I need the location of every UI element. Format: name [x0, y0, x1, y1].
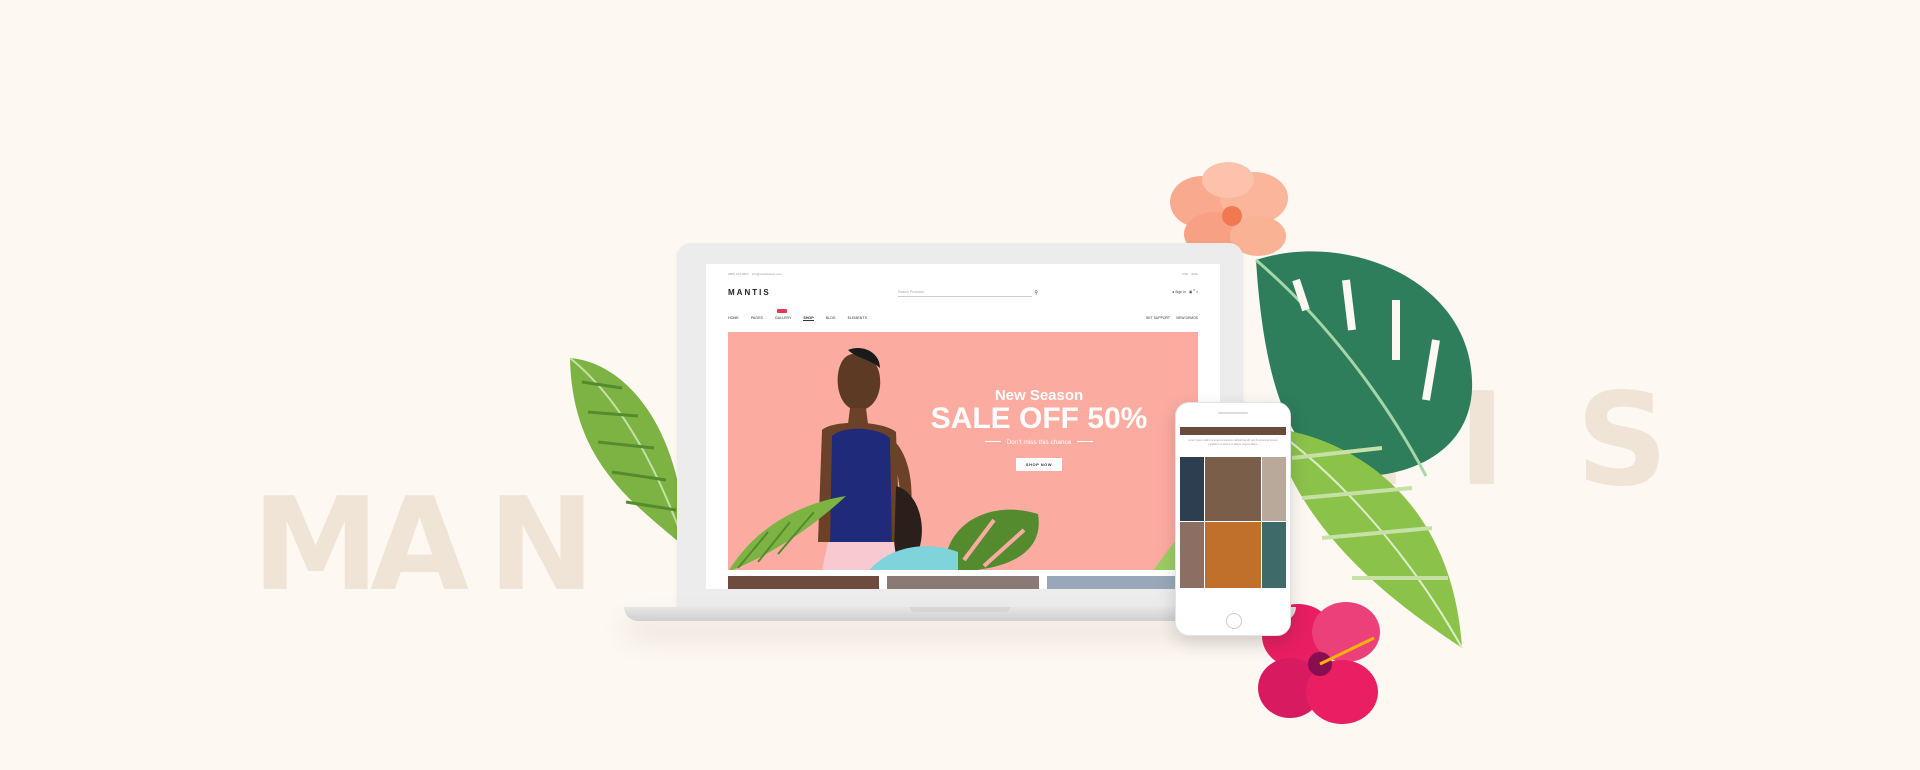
banana-leaf-left [569, 357, 687, 549]
topbar-locale: USD ENG [1182, 272, 1198, 276]
currency-select[interactable]: USD [1182, 272, 1188, 276]
hero-teal-splash [869, 546, 958, 570]
gallery-image[interactable] [1180, 457, 1204, 521]
phone-screen: Lorem ipsum dolor sit amet consectetur a… [1180, 421, 1286, 591]
phone-home-button [1226, 613, 1242, 629]
cart-icon[interactable]: ▣ [1189, 290, 1192, 294]
user-icon[interactable]: ● [1172, 290, 1174, 294]
category-thumbnails [728, 576, 1198, 589]
nav-item-elements[interactable]: ELEMENTS [848, 316, 867, 321]
hero-title: SALE OFF 50% [930, 402, 1148, 435]
gallery-image[interactable] [1180, 522, 1204, 588]
view-demos-link[interactable]: VIEW DEMOS [1176, 316, 1198, 320]
search-input[interactable]: Search Products ⚲ [898, 290, 1038, 297]
topbar-phone: (855) 123-4567 [728, 272, 749, 276]
laptop-notch [910, 607, 1010, 612]
gallery-image[interactable] [1205, 522, 1261, 588]
nav-item-home[interactable]: HOME [728, 316, 739, 321]
site-logo[interactable]: MANTIS [728, 288, 771, 297]
topbar-contact: (855) 123-4567 info@mantisstore.com [728, 272, 782, 276]
showcase-stage: MAN TIS [0, 0, 1920, 770]
site-topbar: (855) 123-4567 info@mantisstore.com USD … [728, 272, 1198, 280]
hero-text: New Season SALE OFF 50% Don't miss this … [914, 388, 1164, 471]
nav-item-blog[interactable]: BLOG [826, 316, 836, 321]
nav-item-shop[interactable]: SHOP [803, 316, 814, 321]
cart-count-badge: 0 [1193, 288, 1195, 292]
nav-secondary: GET SUPPORT VIEW DEMOS [1146, 316, 1198, 320]
phone-banner-image [1180, 427, 1286, 435]
hero-banner: New Season SALE OFF 50% Don't miss this … [728, 332, 1198, 570]
gallery-image[interactable] [1262, 522, 1286, 588]
shop-now-button[interactable]: SHOP NOW [1015, 457, 1063, 471]
language-select[interactable]: ENG [1191, 272, 1198, 276]
search-placeholder: Search Products [898, 290, 924, 294]
search-icon[interactable]: ⚲ [1034, 290, 1038, 296]
gallery-image[interactable] [1205, 457, 1261, 521]
nav-item-gallery[interactable]: GALLERY [775, 309, 791, 321]
nav-item-pages[interactable]: PAGES [751, 316, 763, 321]
brand-letter: S [1576, 366, 1669, 515]
hero-subtitle: Don't miss this chance [914, 439, 1164, 446]
category-thumbnail[interactable] [728, 576, 880, 589]
account-area: ● Sign In ▣ 0 ≡ [1172, 288, 1198, 294]
sign-in-link[interactable]: Sign In [1175, 290, 1186, 294]
hero-kicker: New Season [994, 387, 1084, 404]
phone-intro-text: Lorem ipsum dolor sit amet consectetur a… [1188, 439, 1278, 446]
main-nav: HOME PAGES GALLERY SHOP BLOG ELEMENTS [728, 309, 867, 321]
phone-speaker [1218, 412, 1248, 414]
category-thumbnail[interactable] [887, 576, 1039, 589]
hero-palm-leaf [729, 496, 846, 570]
laptop-screen: (855) 123-4567 info@mantisstore.com USD … [706, 264, 1220, 589]
brand-letter: A [370, 471, 470, 620]
topbar-email[interactable]: info@mantisstore.com [752, 272, 782, 276]
phone-mockup: Lorem ipsum dolor sit amet consectetur a… [1175, 402, 1291, 636]
brand-letter: M [252, 471, 380, 620]
phone-gallery-grid [1180, 457, 1286, 588]
gallery-image[interactable] [1262, 457, 1286, 521]
get-support-link[interactable]: GET SUPPORT [1146, 316, 1170, 320]
menu-icon[interactable]: ≡ [1196, 290, 1198, 294]
brand-word-left: MA N [252, 482, 606, 610]
